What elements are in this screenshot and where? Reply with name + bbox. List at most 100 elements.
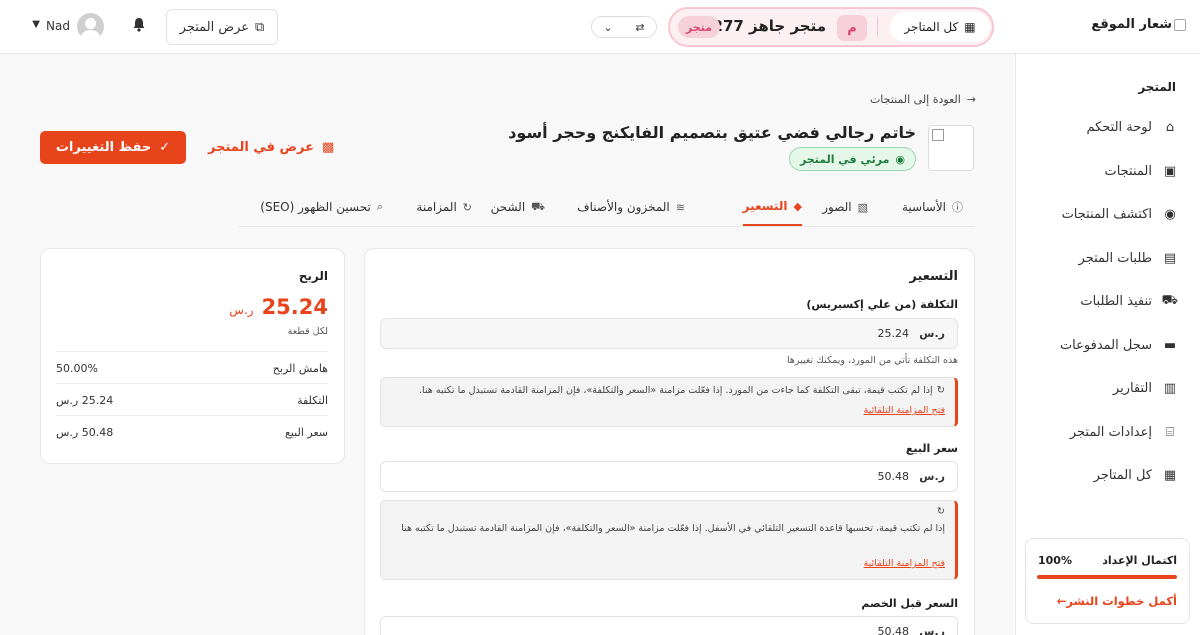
chart-icon: ▥	[1163, 381, 1177, 397]
tab-images[interactable]: ▧ الصور	[822, 188, 868, 226]
cost-sync-notice: ↻إذا لم تكتب قيمة، تبقى التكلفة كما جاءت…	[380, 377, 958, 427]
row-value: 50.00%	[56, 362, 98, 375]
view-store-button[interactable]: ⧉ عرض المتجر	[166, 9, 278, 45]
compare-currency: ر.س	[919, 625, 945, 635]
back-to-products-link[interactable]: → العودة إلى المنتجات	[870, 93, 976, 106]
bell-icon[interactable]	[132, 17, 146, 36]
sale-open-auto-sync-link[interactable]: فتح المزامنة التلقائية	[864, 558, 945, 569]
cost-input[interactable]: ر.س 25.24	[380, 318, 958, 349]
view-store-label: عرض المتجر	[179, 19, 250, 35]
storefront-icon: ▩	[322, 140, 335, 155]
logo-image-icon	[1174, 18, 1186, 31]
tab-sync[interactable]: ↻ المزامنة	[416, 188, 472, 226]
profit-amount: 25.24 ر.س	[229, 295, 328, 319]
store-avatar: م	[837, 15, 867, 41]
sidebar-item-products[interactable]: ▣ المنتجات	[1015, 150, 1200, 194]
setup-progress-card: اكتمال الإعداد 100% أكمل خطوات النشر←	[1025, 538, 1190, 624]
store-switch-dropdown[interactable]: ⇄ ⌄	[591, 16, 657, 38]
user-avatar[interactable]	[77, 13, 104, 40]
sidebar-item-label: المنتجات	[1104, 163, 1152, 179]
top-bar: شعار الموقع ▦ كل المتاجر م متجر جاهز 277…	[0, 0, 1200, 54]
store-icon: ⌸	[1166, 424, 1174, 440]
tab-label: المزامنة	[416, 200, 457, 214]
eye-icon: ◉	[895, 152, 905, 166]
tab-label: المخزون والأصناف	[577, 200, 670, 214]
receipt-icon: ▤	[1163, 250, 1177, 266]
view-in-store-button[interactable]: ▩ عرض في المتجر	[208, 140, 334, 155]
sync-icon: ↻	[936, 385, 945, 396]
setup-progress-bar	[1037, 575, 1177, 579]
cost-currency: ر.س	[919, 327, 945, 340]
swap-icon: ⇄	[635, 20, 645, 34]
tab-seo[interactable]: ⌕ تحسين الظهور (SEO)	[260, 188, 383, 226]
sidebar-item-label: طلبات المتجر	[1078, 250, 1152, 266]
view-in-store-label: عرض في المتجر	[208, 140, 314, 155]
sale-currency: ر.س	[919, 470, 945, 483]
visibility-badge: ◉ مرئي في المتجر	[788, 147, 916, 171]
product-thumbnail	[928, 125, 974, 171]
sale-price-input[interactable]: ر.س 50.48	[380, 461, 958, 492]
layers-icon: ≋	[675, 200, 685, 214]
sidebar-item-label: سجل المدفوعات	[1059, 337, 1152, 353]
tab-inventory[interactable]: ≋ المخزون والأصناف	[577, 188, 685, 226]
chevron-down-icon: ⌄	[603, 20, 613, 34]
store-name[interactable]: متجر جاهز 277	[713, 17, 826, 35]
all-stores-label: كل المتاجر	[904, 20, 959, 34]
product-tabs: ⓘ الأساسية ▧ الصور ◆ التسعير ≋ المخزون و…	[239, 188, 975, 227]
username[interactable]: Nad	[46, 19, 70, 33]
sidebar-item-orders[interactable]: ▤ طلبات المتجر	[1015, 237, 1200, 281]
sidebar-section-title: المتجر	[1138, 80, 1176, 94]
sidebar-item-label: اكتشف المنتجات	[1061, 207, 1152, 223]
sync-icon: ↻	[937, 506, 945, 517]
complete-publish-steps-link[interactable]: أكمل خطوات النشر←	[1057, 594, 1177, 608]
row-label: هامش الربح	[272, 362, 328, 375]
row-label: التكلفة	[297, 394, 328, 407]
tab-label: الصور	[822, 200, 852, 214]
cost-help-text: هذه التكلفة تأتي من المورد، ويمكنك تغيير…	[787, 355, 958, 366]
tab-label: الأساسية	[902, 200, 946, 214]
sale-price-label: سعر البيع	[905, 442, 958, 455]
setup-percent: 100%	[1038, 554, 1072, 567]
sidebar-item-fulfillment[interactable]: ⛟ تنفيذ الطلبات	[1015, 280, 1200, 324]
cost-notice-body: إذا لم تكتب قيمة، تبقى التكلفة كما جاءت …	[419, 385, 933, 396]
cost-value: 25.24	[877, 327, 910, 340]
tab-label: الشحن	[490, 200, 526, 214]
profit-row-cost: التكلفة 25.24 ر.س	[56, 383, 328, 415]
sale-sync-notice: ↻ إذا لم تكتب قيمة، تحسبها قاعدة التسعير…	[380, 500, 958, 580]
logo-text: شعار الموقع	[1091, 17, 1172, 32]
arrow-right-icon: →	[966, 93, 976, 106]
info-icon: ⓘ	[952, 201, 963, 214]
tab-basic[interactable]: ⓘ الأساسية	[902, 188, 963, 226]
sidebar-item-all-stores[interactable]: ▦ كل المتاجر	[1015, 454, 1200, 498]
tab-pricing[interactable]: ◆ التسعير	[742, 188, 802, 226]
compare-price-label: السعر قبل الخصم	[861, 597, 958, 610]
profit-row-sale-price: سعر البيع 50.48 ر.س	[56, 415, 328, 447]
check-icon: ✓	[159, 140, 171, 155]
tab-shipping[interactable]: ⛟ الشحن	[491, 188, 545, 226]
sidebar-item-payments[interactable]: ▬ سجل المدفوعات	[1015, 324, 1200, 368]
compare-price-input[interactable]: ر.س 50.48	[380, 616, 958, 635]
pricing-card: التسعير التكلفة (من علي إكسبريس) ر.س 25.…	[364, 248, 975, 635]
grid-icon: ▦	[1163, 468, 1177, 484]
profit-currency: ر.س	[229, 303, 254, 317]
all-stores-button[interactable]: ▦ كل المتاجر	[890, 12, 990, 42]
sidebar-item-label: كل المتاجر	[1093, 468, 1152, 484]
cost-notice-text: ↻إذا لم تكتب قيمة، تبقى التكلفة كما جاءت…	[419, 382, 945, 400]
row-label: سعر البيع	[285, 426, 328, 439]
save-label: حفظ التغييرات	[55, 140, 152, 155]
profit-number: 25.24	[261, 295, 328, 319]
caret-down-icon[interactable]: ▼	[32, 19, 40, 30]
external-link-icon: ⧉	[255, 19, 265, 35]
site-logo[interactable]: شعار الموقع	[1091, 17, 1186, 32]
save-changes-button[interactable]: ✓ حفظ التغييرات	[40, 131, 186, 164]
sidebar-item-discover[interactable]: ◉ اكتشف المنتجات	[1015, 193, 1200, 237]
sale-notice-text: إذا لم تكتب قيمة، تحسبها قاعدة التسعير ا…	[401, 523, 945, 534]
sidebar-item-reports[interactable]: ▥ التقارير	[1015, 367, 1200, 411]
cost-open-auto-sync-link[interactable]: فتح المزامنة التلقائية	[864, 405, 945, 416]
sidebar-item-store-settings[interactable]: ⌸ إعدادات المتجر	[1015, 411, 1200, 455]
sidebar: المتجر ⌂ لوحة التحكم ▣ المنتجات ◉ اكتشف …	[1015, 54, 1200, 635]
cost-label: التكلفة (من علي إكسبريس)	[806, 298, 958, 311]
sidebar-item-dashboard[interactable]: ⌂ لوحة التحكم	[1015, 106, 1200, 150]
row-value: 50.48 ر.س	[56, 426, 114, 439]
back-label: العودة إلى المنتجات	[869, 93, 961, 106]
